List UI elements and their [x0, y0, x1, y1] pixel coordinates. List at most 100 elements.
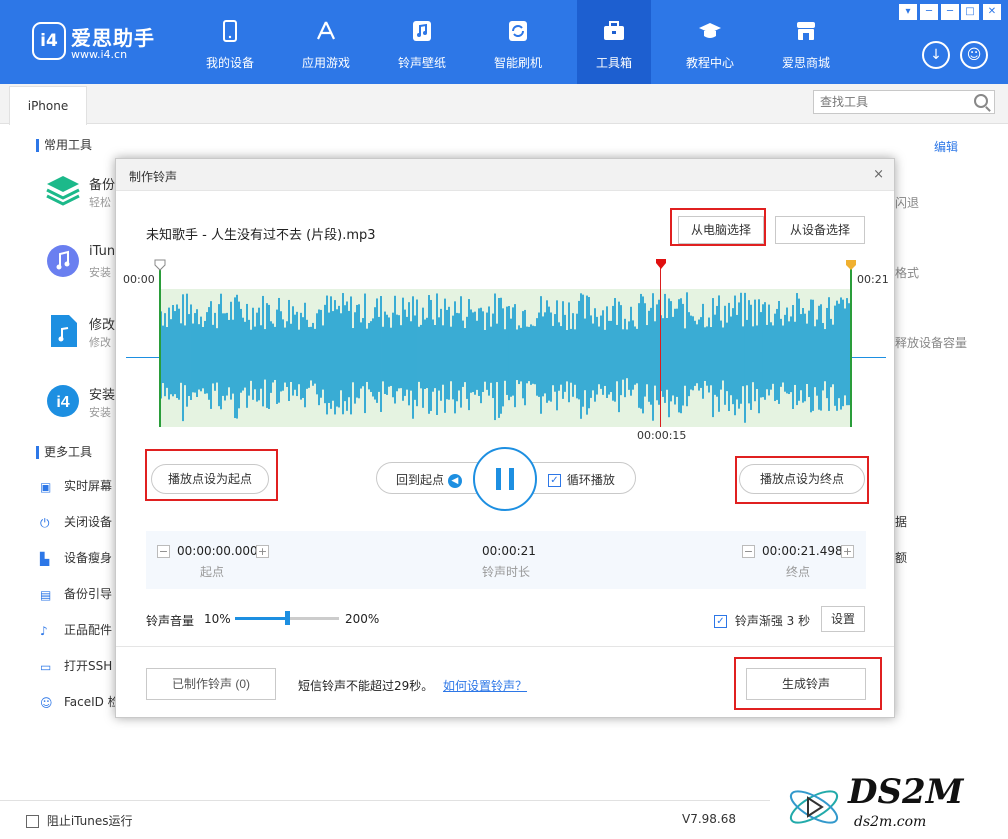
app-url: www.i4.cn [71, 48, 128, 61]
phone-icon [223, 20, 237, 42]
tool-name: 备份 [89, 178, 116, 193]
playhead-marker[interactable] [660, 267, 661, 427]
maximize-button[interactable]: □ [961, 4, 979, 20]
logo-icon: i4 [32, 22, 66, 60]
end-plus-button[interactable]: + [841, 545, 854, 558]
more-tool-label: 关闭设备 [64, 515, 113, 529]
time-end-label: 00:21 [857, 273, 889, 286]
rewind-icon: ◀ [447, 473, 462, 488]
section-more-tools: 更多工具 [36, 446, 92, 459]
pause-button[interactable] [473, 447, 537, 511]
toolbox-icon [604, 21, 624, 40]
end-marker-handle-icon[interactable] [845, 259, 857, 271]
nav-label: 铃声壁纸 [397, 56, 446, 70]
nav-apps-games[interactable]: 应用游戏 [278, 0, 374, 84]
faceid-icon: ☺ [40, 695, 53, 710]
close-icon[interactable]: × [873, 167, 884, 182]
playhead-handle-icon[interactable] [655, 258, 667, 270]
tool-desc: 安装 [89, 406, 111, 419]
highlight-box [735, 456, 869, 504]
how-to-set-ringtone-link[interactable]: 如何设置铃声？ [443, 677, 527, 694]
itunes-tool-icon[interactable] [43, 241, 83, 281]
highlight-box [670, 208, 766, 246]
loop-option[interactable]: ✓ 循环播放 [548, 471, 615, 488]
volume-slider-handle[interactable] [285, 611, 290, 625]
watermark-url: ds2m.com [854, 814, 927, 830]
back-to-start-button[interactable]: 回到起点 ◀ [396, 471, 462, 488]
start-marker-handle-icon[interactable] [154, 259, 166, 271]
divider [116, 646, 894, 647]
fade-in-checkbox[interactable]: ✓ [714, 615, 727, 628]
broom-icon: ▙ [40, 551, 50, 566]
nav-tutorials[interactable]: 教程中心 [662, 0, 758, 84]
tool-desc: 修改 [89, 336, 111, 349]
tool-name: iTun [89, 244, 116, 259]
end-minus-button[interactable]: − [742, 545, 755, 558]
more-tool-item[interactable]: ♪ 正品配件 [40, 621, 112, 638]
settings-button[interactable]: 设置 [821, 606, 865, 632]
sms-limit-note: 短信铃声不能超过29秒。 [298, 679, 434, 693]
nav-label: 智能刷机 [493, 56, 542, 70]
accessory-icon: ♪ [40, 623, 48, 638]
ringtone-file-icon[interactable] [43, 311, 83, 351]
block-itunes-checkbox[interactable] [26, 815, 39, 828]
edit-link[interactable]: 编辑 [934, 138, 958, 155]
choose-from-device-button[interactable]: 从设备选择 [775, 216, 865, 244]
more-tool-item[interactable]: ▙ 设备瘦身 [40, 549, 112, 566]
time-start-label: 00:00 [123, 273, 155, 286]
end-marker[interactable] [850, 267, 852, 427]
loop-checkbox[interactable]: ✓ [548, 474, 561, 487]
volume-slider[interactable] [235, 611, 339, 625]
loop-label: 循环播放 [566, 473, 615, 487]
tool-desc: 安装 [89, 266, 111, 279]
volume-min: 10% [204, 612, 231, 626]
more-tool-item[interactable]: ☺ FaceID 检 [40, 693, 120, 710]
nav-store[interactable]: 爱思商城 [758, 0, 854, 84]
search-icon[interactable] [974, 94, 988, 108]
made-ringtones-button[interactable]: 已制作铃声 (0) [146, 668, 276, 700]
nav-ringtones-wallpapers[interactable]: 铃声壁纸 [374, 0, 470, 84]
skin-button[interactable]: ▾ [899, 4, 917, 20]
tab-iphone[interactable]: iPhone [9, 86, 87, 125]
svg-text:i4: i4 [56, 394, 69, 411]
install-app-icon[interactable]: i4 [43, 381, 83, 421]
more-tool-item[interactable]: ▤ 备份引导 [40, 585, 112, 602]
waveform[interactable] [160, 289, 851, 427]
waveform-graph [160, 292, 850, 423]
watermark-logo-icon [789, 790, 839, 824]
highlight-box [145, 449, 278, 501]
fade-in-option[interactable]: ✓ 铃声渐强 3 秒 [714, 612, 810, 629]
music-icon [413, 21, 431, 41]
search-input[interactable] [814, 91, 964, 113]
highlight-box [734, 657, 882, 710]
start-plus-button[interactable]: + [256, 545, 269, 558]
tool-name-right: 据 [895, 515, 908, 529]
duration-label: 铃声时长 [482, 565, 531, 579]
more-tool-item[interactable]: ⏻ 关闭设备 [40, 513, 112, 530]
start-marker[interactable] [159, 267, 161, 427]
end-time-value: 00:00:21.498 [762, 544, 843, 558]
nav-label: 我的设备 [205, 56, 254, 70]
user-icon[interactable]: ☺ [960, 41, 988, 69]
more-tool-item[interactable]: ▣ 实时屏幕 [40, 477, 112, 494]
audio-file-name: 未知歌手 - 人生没有过不去 (片段).mp3 [146, 228, 376, 243]
nav-label: 工具箱 [595, 56, 632, 70]
block-itunes-option[interactable]: 阻止iTunes运行 [26, 812, 133, 829]
nav-smart-flash[interactable]: 智能刷机 [470, 0, 566, 84]
minimize-button[interactable]: ─ [941, 4, 959, 20]
close-window-button[interactable]: ✕ [983, 4, 1001, 20]
nav-label: 爱思商城 [781, 56, 830, 70]
download-icon[interactable]: ↓ [922, 41, 950, 69]
version-label: V7.98.68 [682, 812, 737, 826]
nav-label: 教程中心 [685, 56, 734, 70]
search-box[interactable] [813, 90, 995, 114]
menu-button[interactable]: ─ [920, 4, 938, 20]
backup-tool-icon[interactable] [43, 170, 83, 210]
more-tool-label: 实时屏幕 [64, 479, 113, 493]
nav-toolbox[interactable]: 工具箱 [577, 0, 651, 84]
more-tool-item[interactable]: ▭ 打开SSH [40, 657, 112, 674]
start-minus-button[interactable]: − [157, 545, 170, 558]
nav-my-device[interactable]: 我的设备 [182, 0, 278, 84]
watermark: DS2M ds2m.com [770, 772, 1008, 839]
tool-name: 修改 [89, 318, 116, 333]
